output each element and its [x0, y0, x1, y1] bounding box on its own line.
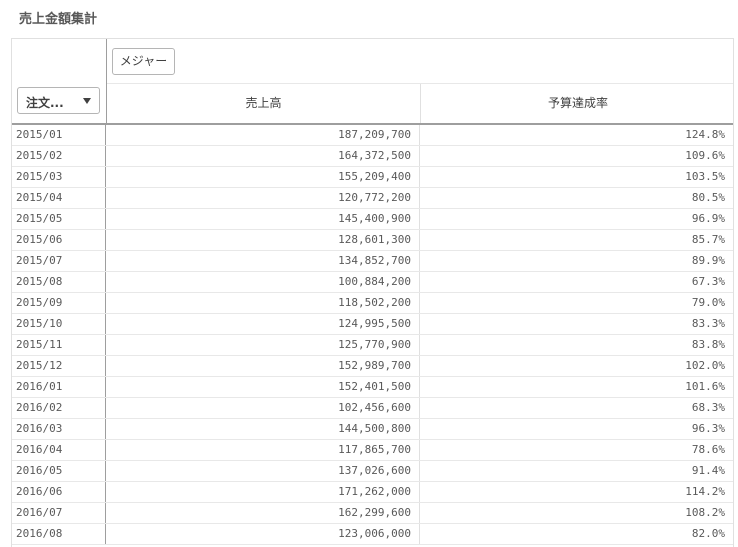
- cell-sales: 144,500,800: [107, 419, 420, 439]
- table-row: 2015/12 152,989,700 102.0%: [12, 356, 733, 377]
- table-row: 2016/06 171,262,000 114.2%: [12, 482, 733, 503]
- cell-month[interactable]: 2016/01: [12, 377, 106, 397]
- cell-budget-rate: 78.6%: [691, 443, 725, 456]
- table-row: 2015/08 100,884,200 67.3%: [12, 272, 733, 293]
- cell-month[interactable]: 2015/04: [12, 188, 106, 208]
- table-row: 2015/01 187,209,700 124.8%: [12, 125, 733, 146]
- cell-sales: 125,770,900: [107, 335, 420, 355]
- cell-budget-rate: 124.8%: [685, 128, 725, 141]
- cell-budget-rate: 109.6%: [685, 149, 725, 162]
- cell-sales: 152,989,700: [107, 356, 420, 376]
- table-row: 2015/09 118,502,200 79.0%: [12, 293, 733, 314]
- pivot-table: 注文... メジャー 売上高 予算達成率 2015/01 187,209,700 1…: [11, 38, 734, 547]
- cell-month[interactable]: 2015/05: [12, 209, 106, 229]
- cell-month[interactable]: 2016/04: [12, 440, 106, 460]
- cell-sales: 102,456,600: [107, 398, 420, 418]
- cell-sales: 120,772,200: [107, 188, 420, 208]
- cell-month[interactable]: 2016/07: [12, 503, 106, 523]
- cell-month[interactable]: 2015/07: [12, 251, 106, 271]
- cell-budget-rate: 80.5%: [691, 191, 725, 204]
- cell-month[interactable]: 2015/03: [12, 167, 106, 187]
- dimension-selector-label: 注文...: [26, 96, 64, 110]
- column-header-budget-rate[interactable]: 予算達成率: [421, 84, 733, 123]
- cell-sales: 137,026,600: [107, 461, 420, 481]
- cell-budget-rate: 83.8%: [691, 338, 725, 351]
- table-row: 2016/04 117,865,700 78.6%: [12, 440, 733, 461]
- cell-sales: 145,400,900: [107, 209, 420, 229]
- table-row: 2015/10 124,995,500 83.3%: [12, 314, 733, 335]
- cell-month[interactable]: 2015/11: [12, 335, 106, 355]
- cell-sales: 117,865,700: [107, 440, 420, 460]
- cell-month[interactable]: 2016/03: [12, 419, 106, 439]
- cell-month[interactable]: 2016/02: [12, 398, 106, 418]
- cell-budget-rate: 83.3%: [691, 317, 725, 330]
- cell-month[interactable]: 2015/02: [12, 146, 106, 166]
- cell-sales: 171,262,000: [107, 482, 420, 502]
- table-row: 2015/07 134,852,700 89.9%: [12, 251, 733, 272]
- dimension-selector[interactable]: 注文...: [17, 87, 100, 114]
- cell-sales: 100,884,200: [107, 272, 420, 292]
- table-row: 2016/05 137,026,600 91.4%: [12, 461, 733, 482]
- table-row: 2015/11 125,770,900 83.8%: [12, 335, 733, 356]
- cell-budget-rate: 89.9%: [691, 254, 725, 267]
- cell-budget-rate: 96.3%: [691, 422, 725, 435]
- table-body: 2015/01 187,209,700 124.8% 2015/02 164,372,5…: [12, 125, 733, 545]
- cell-sales: 152,401,500: [107, 377, 420, 397]
- cell-month[interactable]: 2015/10: [12, 314, 106, 334]
- cell-budget-rate: 79.0%: [691, 296, 725, 309]
- table-row: 2016/08 123,006,000 82.0%: [12, 524, 733, 545]
- cell-budget-rate: 85.7%: [691, 233, 725, 246]
- table-row: 2015/02 164,372,500 109.6%: [12, 146, 733, 167]
- cell-budget-rate: 96.9%: [691, 212, 725, 225]
- column-header-sales[interactable]: 売上高: [107, 84, 421, 123]
- cell-budget-rate: 102.0%: [685, 359, 725, 372]
- cell-month[interactable]: 2015/06: [12, 230, 106, 250]
- cell-month[interactable]: 2015/08: [12, 272, 106, 292]
- table-row: 2015/04 120,772,200 80.5%: [12, 188, 733, 209]
- table-row: 2015/05 145,400,900 96.9%: [12, 209, 733, 230]
- cell-budget-rate: 101.6%: [685, 380, 725, 393]
- page-title: 売上金額集計: [19, 12, 98, 27]
- table-row: 2016/02 102,456,600 68.3%: [12, 398, 733, 419]
- cell-sales: 134,852,700: [107, 251, 420, 271]
- table-row: 2015/03 155,209,400 103.5%: [12, 167, 733, 188]
- cell-sales: 155,209,400: [107, 167, 420, 187]
- table-row: 2016/01 152,401,500 101.6%: [12, 377, 733, 398]
- cell-budget-rate: 114.2%: [685, 485, 725, 498]
- measure-button[interactable]: メジャー: [112, 48, 175, 75]
- cell-sales: 124,995,500: [107, 314, 420, 334]
- dimension-header-cell: 注文...: [12, 39, 107, 123]
- cell-sales: 128,601,300: [107, 230, 420, 250]
- chevron-down-icon: [83, 98, 91, 104]
- cell-sales: 162,299,600: [107, 503, 420, 523]
- cell-sales: 118,502,200: [107, 293, 420, 313]
- cell-budget-rate: 67.3%: [691, 275, 725, 288]
- cell-month[interactable]: 2016/08: [12, 524, 106, 544]
- cell-month[interactable]: 2016/06: [12, 482, 106, 502]
- cell-month[interactable]: 2016/05: [12, 461, 106, 481]
- cell-budget-rate: 68.3%: [691, 401, 725, 414]
- table-row: 2016/03 144,500,800 96.3%: [12, 419, 733, 440]
- cell-month[interactable]: 2015/09: [12, 293, 106, 313]
- table-row: 2015/06 128,601,300 85.7%: [12, 230, 733, 251]
- cell-budget-rate: 82.0%: [691, 527, 725, 540]
- cell-month[interactable]: 2015/12: [12, 356, 106, 376]
- cell-month[interactable]: 2015/01: [12, 125, 106, 145]
- cell-budget-rate: 103.5%: [685, 170, 725, 183]
- cell-sales: 187,209,700: [107, 125, 420, 145]
- cell-budget-rate: 108.2%: [685, 506, 725, 519]
- cell-budget-rate: 91.4%: [691, 464, 725, 477]
- cell-sales: 164,372,500: [107, 146, 420, 166]
- cell-sales: 123,006,000: [107, 524, 420, 544]
- table-row: 2016/07 162,299,600 108.2%: [12, 503, 733, 524]
